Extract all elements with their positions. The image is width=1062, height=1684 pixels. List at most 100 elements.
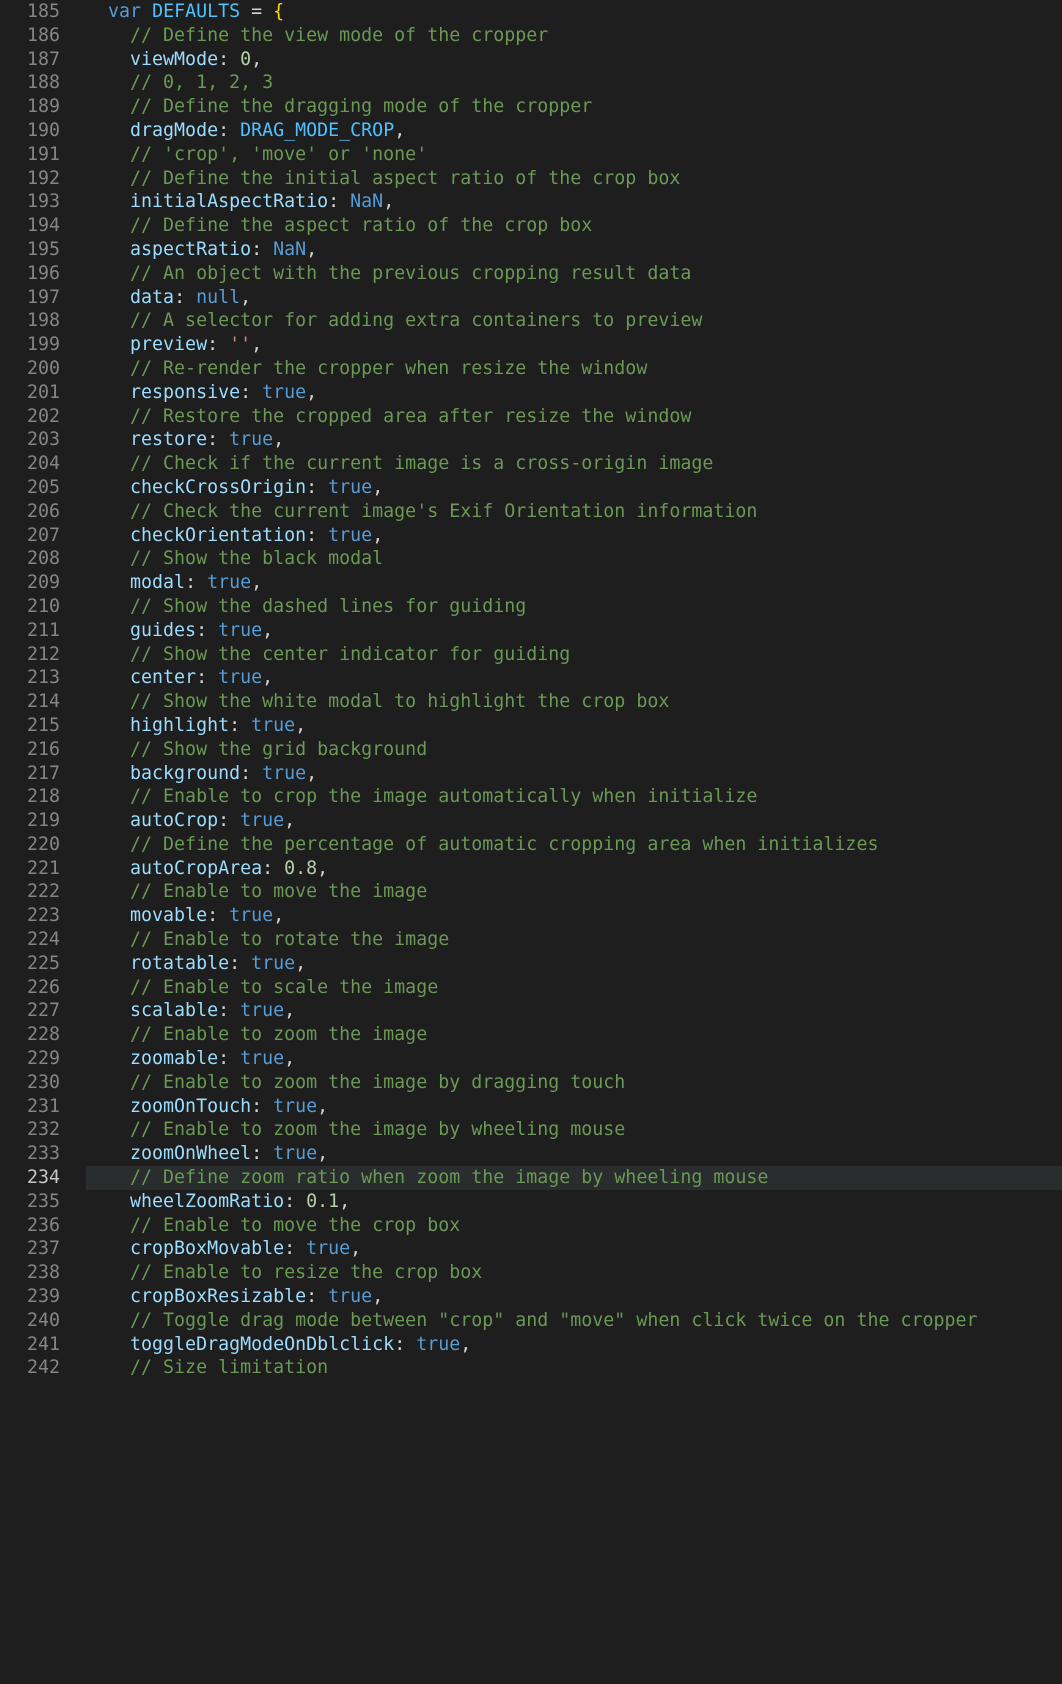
code-line[interactable]: // Define the percentage of automatic cr…: [86, 833, 1062, 857]
code-line[interactable]: center: true,: [86, 666, 1062, 690]
line-number[interactable]: 198: [10, 309, 60, 333]
line-number[interactable]: 185: [10, 0, 60, 24]
line-number[interactable]: 230: [10, 1071, 60, 1095]
line-number[interactable]: 203: [10, 428, 60, 452]
code-line[interactable]: initialAspectRatio: NaN,: [86, 190, 1062, 214]
code-line[interactable]: // Show the grid background: [86, 738, 1062, 762]
line-number[interactable]: 197: [10, 286, 60, 310]
code-line[interactable]: autoCropArea: 0.8,: [86, 857, 1062, 881]
line-number[interactable]: 215: [10, 714, 60, 738]
code-line[interactable]: // Check if the current image is a cross…: [86, 452, 1062, 476]
code-line[interactable]: // Enable to resize the crop box: [86, 1261, 1062, 1285]
line-number[interactable]: 213: [10, 666, 60, 690]
line-number[interactable]: 195: [10, 238, 60, 262]
code-line[interactable]: data: null,: [86, 286, 1062, 310]
code-line[interactable]: scalable: true,: [86, 999, 1062, 1023]
line-number[interactable]: 219: [10, 809, 60, 833]
code-line[interactable]: // Show the black modal: [86, 547, 1062, 571]
code-line[interactable]: cropBoxResizable: true,: [86, 1285, 1062, 1309]
code-line[interactable]: // Show the dashed lines for guiding: [86, 595, 1062, 619]
code-line[interactable]: toggleDragModeOnDblclick: true,: [86, 1333, 1062, 1357]
line-number[interactable]: 206: [10, 500, 60, 524]
line-number-gutter[interactable]: 1851861871881891901911921931941951961971…: [0, 0, 82, 1684]
line-number[interactable]: 239: [10, 1285, 60, 1309]
code-line[interactable]: modal: true,: [86, 571, 1062, 595]
line-number[interactable]: 199: [10, 333, 60, 357]
line-number[interactable]: 223: [10, 904, 60, 928]
code-line[interactable]: // Enable to rotate the image: [86, 928, 1062, 952]
line-number[interactable]: 227: [10, 999, 60, 1023]
code-line[interactable]: movable: true,: [86, 904, 1062, 928]
code-line[interactable]: checkCrossOrigin: true,: [86, 476, 1062, 500]
line-number[interactable]: 224: [10, 928, 60, 952]
line-number[interactable]: 236: [10, 1214, 60, 1238]
line-number[interactable]: 242: [10, 1356, 60, 1380]
code-line[interactable]: // Enable to zoom the image by wheeling …: [86, 1118, 1062, 1142]
line-number[interactable]: 214: [10, 690, 60, 714]
code-line[interactable]: // Check the current image's Exif Orient…: [86, 500, 1062, 524]
code-line[interactable]: // Enable to zoom the image: [86, 1023, 1062, 1047]
code-line[interactable]: // Enable to move the image: [86, 880, 1062, 904]
line-number[interactable]: 209: [10, 571, 60, 595]
line-number[interactable]: 205: [10, 476, 60, 500]
code-line[interactable]: cropBoxMovable: true,: [86, 1237, 1062, 1261]
code-line[interactable]: checkOrientation: true,: [86, 524, 1062, 548]
line-number[interactable]: 240: [10, 1309, 60, 1333]
line-number[interactable]: 231: [10, 1095, 60, 1119]
code-line[interactable]: // Show the white modal to highlight the…: [86, 690, 1062, 714]
line-number[interactable]: 226: [10, 976, 60, 1000]
line-number[interactable]: 220: [10, 833, 60, 857]
line-number[interactable]: 201: [10, 381, 60, 405]
line-number[interactable]: 217: [10, 762, 60, 786]
code-line[interactable]: wheelZoomRatio: 0.1,: [86, 1190, 1062, 1214]
line-number[interactable]: 237: [10, 1237, 60, 1261]
line-number[interactable]: 233: [10, 1142, 60, 1166]
code-line[interactable]: guides: true,: [86, 619, 1062, 643]
code-line[interactable]: zoomOnTouch: true,: [86, 1095, 1062, 1119]
line-number[interactable]: 212: [10, 643, 60, 667]
code-line[interactable]: // Define zoom ratio when zoom the image…: [86, 1166, 1062, 1190]
code-line[interactable]: background: true,: [86, 762, 1062, 786]
code-line[interactable]: // A selector for adding extra container…: [86, 309, 1062, 333]
line-number[interactable]: 225: [10, 952, 60, 976]
line-number[interactable]: 221: [10, 857, 60, 881]
line-number[interactable]: 188: [10, 71, 60, 95]
code-line[interactable]: restore: true,: [86, 428, 1062, 452]
code-line[interactable]: // Enable to move the crop box: [86, 1214, 1062, 1238]
line-number[interactable]: 228: [10, 1023, 60, 1047]
line-number[interactable]: 204: [10, 452, 60, 476]
line-number[interactable]: 222: [10, 880, 60, 904]
code-line[interactable]: // An object with the previous cropping …: [86, 262, 1062, 286]
code-line[interactable]: // Enable to zoom the image by dragging …: [86, 1071, 1062, 1095]
line-number[interactable]: 202: [10, 405, 60, 429]
code-line[interactable]: // Toggle drag mode between "crop" and "…: [86, 1309, 1062, 1333]
line-number[interactable]: 196: [10, 262, 60, 286]
code-line[interactable]: var DEFAULTS = {: [86, 0, 1062, 24]
code-line[interactable]: // Define the initial aspect ratio of th…: [86, 167, 1062, 191]
code-line[interactable]: // Show the center indicator for guiding: [86, 643, 1062, 667]
line-number[interactable]: 200: [10, 357, 60, 381]
code-line[interactable]: rotatable: true,: [86, 952, 1062, 976]
line-number[interactable]: 238: [10, 1261, 60, 1285]
line-number[interactable]: 208: [10, 547, 60, 571]
code-line[interactable]: // Enable to crop the image automaticall…: [86, 785, 1062, 809]
line-number[interactable]: 194: [10, 214, 60, 238]
line-number[interactable]: 211: [10, 619, 60, 643]
code-line[interactable]: // 0, 1, 2, 3: [86, 71, 1062, 95]
code-line[interactable]: // Restore the cropped area after resize…: [86, 405, 1062, 429]
code-line[interactable]: autoCrop: true,: [86, 809, 1062, 833]
code-area[interactable]: var DEFAULTS = { // Define the view mode…: [82, 0, 1062, 1684]
code-line[interactable]: preview: '',: [86, 333, 1062, 357]
code-line[interactable]: highlight: true,: [86, 714, 1062, 738]
line-number[interactable]: 232: [10, 1118, 60, 1142]
code-line[interactable]: aspectRatio: NaN,: [86, 238, 1062, 262]
line-number[interactable]: 241: [10, 1333, 60, 1357]
line-number[interactable]: 210: [10, 595, 60, 619]
line-number[interactable]: 216: [10, 738, 60, 762]
line-number[interactable]: 229: [10, 1047, 60, 1071]
code-line[interactable]: // Re-render the cropper when resize the…: [86, 357, 1062, 381]
code-line[interactable]: dragMode: DRAG_MODE_CROP,: [86, 119, 1062, 143]
line-number[interactable]: 190: [10, 119, 60, 143]
code-line[interactable]: viewMode: 0,: [86, 48, 1062, 72]
code-line[interactable]: // Define the view mode of the cropper: [86, 24, 1062, 48]
